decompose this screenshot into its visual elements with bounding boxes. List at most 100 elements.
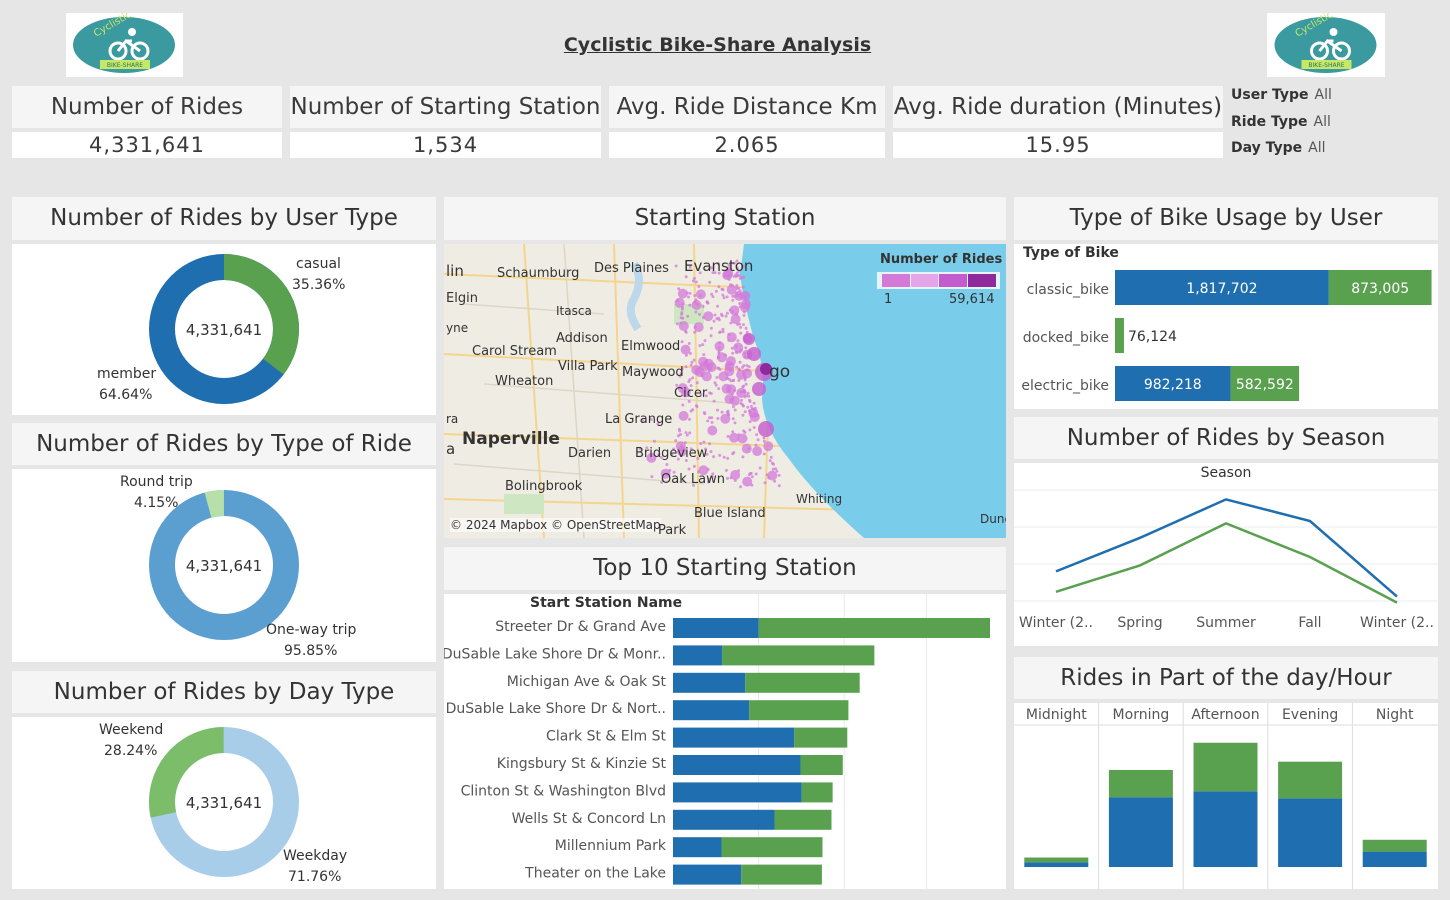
day-type-title: Number of Rides by Day Type	[12, 671, 436, 713]
station-point	[741, 413, 745, 417]
station-point	[688, 417, 691, 421]
filter-day-type[interactable]: Day Type All	[1231, 140, 1326, 156]
station-point	[693, 330, 697, 334]
station-point	[717, 285, 721, 289]
station-point	[733, 479, 737, 482]
station-point	[688, 352, 692, 355]
map-place: Wheaton	[495, 374, 554, 389]
station-point	[724, 468, 728, 472]
bike-type-label: docked_bike	[1023, 330, 1109, 346]
station-point	[726, 384, 737, 395]
bar-member	[1024, 862, 1089, 867]
station-point	[742, 323, 745, 327]
station-point	[687, 467, 691, 471]
top10-chart[interactable]: Streeter Dr & Grand Ave DuSable Lake Shor…	[444, 594, 1006, 889]
bar-casual	[794, 727, 848, 748]
bar-casual	[1278, 761, 1343, 799]
slice-pct: 4.15%	[134, 495, 179, 511]
station-point	[772, 462, 775, 466]
season-title: Number of Rides by Season	[1014, 417, 1438, 459]
station-point	[744, 326, 748, 330]
bar-label: 582,592	[1236, 377, 1294, 393]
station-point	[708, 280, 712, 284]
user-type-title: Number of Rides by User Type	[12, 197, 436, 240]
bar-casual	[722, 645, 875, 666]
station-point	[725, 311, 729, 315]
station-point	[717, 355, 721, 359]
station-point	[730, 346, 734, 350]
station-point	[715, 376, 719, 379]
station-point	[731, 298, 735, 302]
donut-center-total: 4,331,641	[186, 794, 262, 812]
station-point	[683, 441, 687, 445]
station-point	[729, 476, 733, 480]
station-point	[674, 439, 678, 443]
station-point	[707, 369, 711, 373]
station-point	[730, 314, 741, 325]
ride-type-title: Number of Rides by Type of Ride	[12, 423, 436, 465]
bar-casual	[1362, 839, 1427, 852]
station-point	[694, 280, 698, 284]
filter-label: Day Type	[1231, 140, 1303, 156]
filter-ride-type[interactable]: Ride Type All	[1231, 114, 1331, 130]
bar-member	[673, 672, 746, 693]
station-label: Streeter Dr & Grand Ave	[495, 619, 666, 635]
station-point	[736, 339, 740, 343]
donut-center-total: 4,331,641	[186, 321, 262, 339]
station-point	[755, 433, 759, 437]
station-point	[713, 313, 717, 317]
map-place: Schaumburg	[497, 266, 580, 281]
station-point	[718, 453, 722, 457]
station-point	[702, 316, 705, 319]
map-place: Bridgeview	[635, 446, 708, 461]
bar-label: 1,817,702	[1186, 281, 1257, 297]
map-place: Darien	[568, 446, 612, 461]
top10-title: Top 10 Starting Station	[444, 547, 1006, 590]
map-place: go	[769, 362, 791, 382]
station-point	[741, 443, 752, 454]
map-title: Starting Station	[444, 197, 1006, 240]
station-point	[758, 421, 774, 437]
station-point	[726, 409, 730, 413]
kpi-rides-label: Number of Rides	[12, 86, 282, 128]
map-place: Park	[658, 523, 687, 538]
bar-casual	[745, 672, 860, 693]
map-panel[interactable]: Number of Rides 1 59,614 © 2024 Mapbox ©…	[444, 244, 1006, 538]
station-point	[739, 295, 743, 299]
station-point	[681, 302, 685, 306]
station-point	[729, 369, 733, 373]
slice-pct: 95.85%	[284, 643, 338, 659]
bike-logo-icon: Cyclistic BIKE-SHARE	[1274, 9, 1377, 73]
station-point	[738, 360, 742, 364]
filter-value: All	[1308, 140, 1326, 156]
station-point	[688, 291, 692, 295]
station-point	[699, 442, 703, 446]
bar-label: 873,005	[1351, 281, 1409, 297]
season-panel: Season Winter (2.. Spring Summer Fall Winter…	[1014, 463, 1438, 646]
station-point	[684, 275, 688, 279]
map-place: Des Plaines	[594, 261, 669, 276]
station-point	[718, 368, 722, 371]
map-place: Itasca	[556, 304, 592, 318]
station-point	[733, 421, 737, 425]
station-point	[771, 467, 775, 471]
bar-casual	[1193, 742, 1258, 792]
station-point	[703, 311, 714, 322]
logo-right: Cyclistic BIKE-SHARE	[1267, 9, 1385, 77]
season-chart[interactable]: Winter (2.. Spring Summer Fall Winter (2..	[1014, 463, 1438, 646]
hourly-chart[interactable]: Midnight Morning Afternoon Evening Night	[1014, 703, 1438, 889]
station-point	[717, 318, 721, 322]
line-member	[1055, 498, 1398, 598]
bar-member	[673, 727, 795, 748]
hourly-title: Rides in Part of the day/Hour	[1014, 657, 1438, 699]
bar-member	[1362, 851, 1427, 867]
season-label: Fall	[1298, 615, 1321, 631]
kpi-duration-value: 15.95	[893, 132, 1223, 158]
station-point	[726, 456, 730, 460]
bike-usage-chart[interactable]: classic_bike 1,817,702 873,005 docked_bike 7…	[1014, 244, 1438, 409]
station-point	[707, 425, 718, 436]
donut-center-total: 4,331,641	[186, 557, 262, 575]
bar-member	[673, 809, 775, 830]
filter-user-type[interactable]: User Type All	[1231, 87, 1332, 103]
bar-member	[673, 645, 723, 666]
